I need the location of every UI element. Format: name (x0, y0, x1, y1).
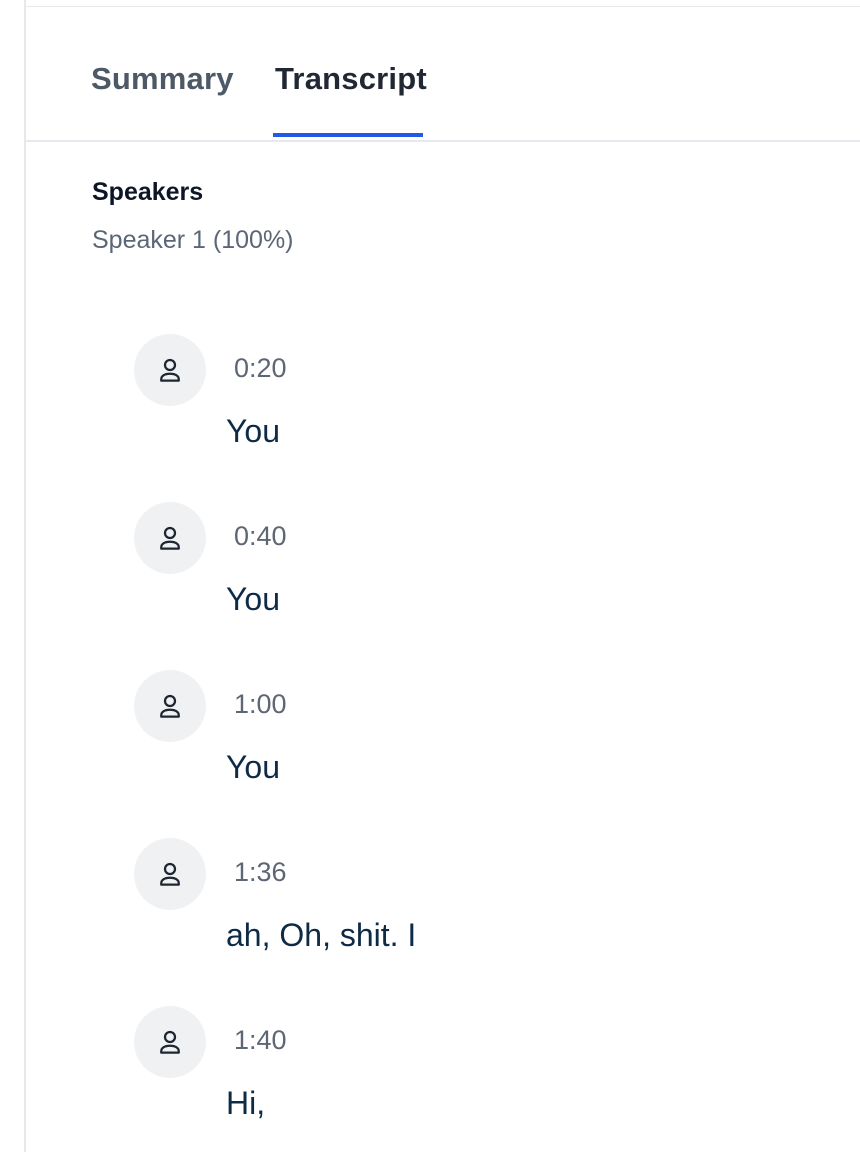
speaker-avatar (134, 502, 206, 574)
entry-text: You (226, 413, 280, 449)
user-icon (160, 1030, 180, 1054)
transcript-entry: 1:00 You (134, 670, 834, 810)
entry-text: ah, Oh, shit. I (226, 917, 417, 953)
speaker-avatar (134, 334, 206, 406)
speaker-avatar (134, 670, 206, 742)
entry-text: Hi, (226, 1085, 266, 1121)
user-icon (160, 358, 180, 382)
user-icon (160, 694, 180, 718)
panel-left-border (24, 0, 26, 1152)
entry-timestamp[interactable]: 1:00 (234, 686, 287, 722)
entry-text: You (226, 581, 280, 617)
tab-summary[interactable]: Summary (91, 59, 234, 99)
entry-text: You (226, 749, 280, 785)
speaker-avatar (134, 1006, 206, 1078)
transcript-entry: 1:40 Hi, (134, 1006, 834, 1146)
speaker-avatar (134, 838, 206, 910)
entry-timestamp[interactable]: 1:36 (234, 854, 287, 890)
transcript-entry: 1:36 ah, Oh, shit. I (134, 838, 834, 978)
entry-timestamp[interactable]: 0:40 (234, 518, 287, 554)
tab-bar: Summary Transcript (26, 7, 860, 142)
transcript-entry: 0:40 You (134, 502, 834, 642)
transcript-panel: Summary Transcript Speakers Speaker 1 (1… (0, 0, 860, 1152)
user-icon (160, 526, 180, 550)
speaker-item: Speaker 1 (100%) (92, 226, 294, 254)
active-tab-indicator (273, 133, 423, 137)
transcript-entry: 0:20 You (134, 334, 834, 474)
tab-transcript[interactable]: Transcript (275, 59, 427, 99)
entry-timestamp[interactable]: 1:40 (234, 1022, 287, 1058)
user-icon (160, 862, 180, 886)
entry-timestamp[interactable]: 0:20 (234, 350, 287, 386)
speakers-heading: Speakers (92, 178, 204, 206)
